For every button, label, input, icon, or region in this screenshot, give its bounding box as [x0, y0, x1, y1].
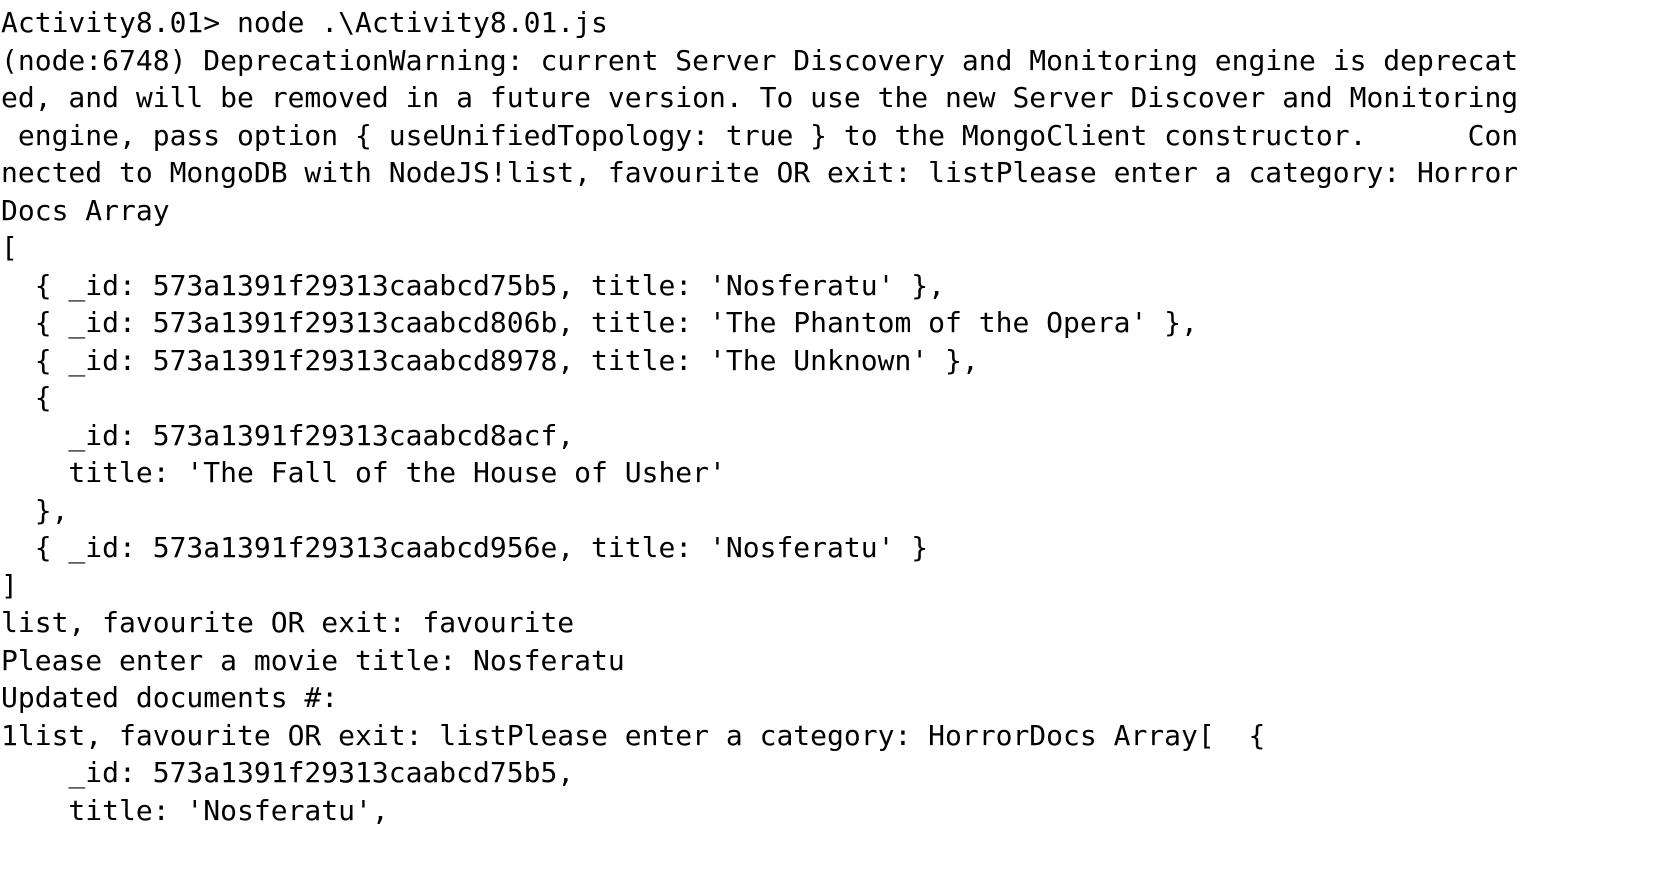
terminal-line-output: {: [1, 381, 52, 414]
terminal-line-warning: engine, pass option { useUnifiedTopology…: [1, 118, 1519, 152]
terminal-line-output: title: 'Nosferatu',: [1, 793, 389, 827]
terminal-line-output: { _id: 573a1391f29313caabcd75b5, title: …: [1, 268, 946, 302]
terminal-line-output: Docs Array: [1, 193, 170, 227]
terminal-line-output: },: [1, 493, 69, 527]
terminal-line-output: { _id: 573a1391f29313caabcd8978, title: …: [1, 343, 979, 377]
terminal-line-output: 1list, favourite OR exit: listPlease ent…: [1, 718, 1266, 752]
terminal-line-warning: (node:6748) DeprecationWarning: current …: [1, 43, 1519, 77]
terminal-line-output: Updated documents #:: [1, 681, 339, 714]
terminal-line-output: { _id: 573a1391f29313caabcd806b, title: …: [1, 306, 1198, 339]
terminal-line-output: _id: 573a1391f29313caabcd75b5,: [1, 756, 575, 789]
terminal-line-output: _id: 573a1391f29313caabcd8acf,: [1, 418, 575, 452]
terminal-line-output: { _id: 573a1391f29313caabcd956e, title: …: [1, 531, 929, 564]
terminal-line-output: nected to MongoDB with NodeJS!list, favo…: [1, 156, 1519, 189]
terminal-line-warning: ed, and will be removed in a future vers…: [1, 81, 1519, 114]
terminal-line-output: ]: [1, 568, 18, 602]
terminal-line-command: Activity8.01> node .\Activity8.01.js: [1, 6, 608, 39]
terminal-line-output: Please enter a movie title: Nosferatu: [1, 643, 625, 677]
terminal-line-output: [: [1, 231, 18, 264]
terminal-line-output: title: 'The Fall of the House of Usher': [1, 456, 726, 489]
terminal-line-output: list, favourite OR exit: favourite: [1, 606, 575, 639]
terminal-output[interactable]: Activity8.01> node .\Activity8.01.js (no…: [0, 0, 1665, 893]
